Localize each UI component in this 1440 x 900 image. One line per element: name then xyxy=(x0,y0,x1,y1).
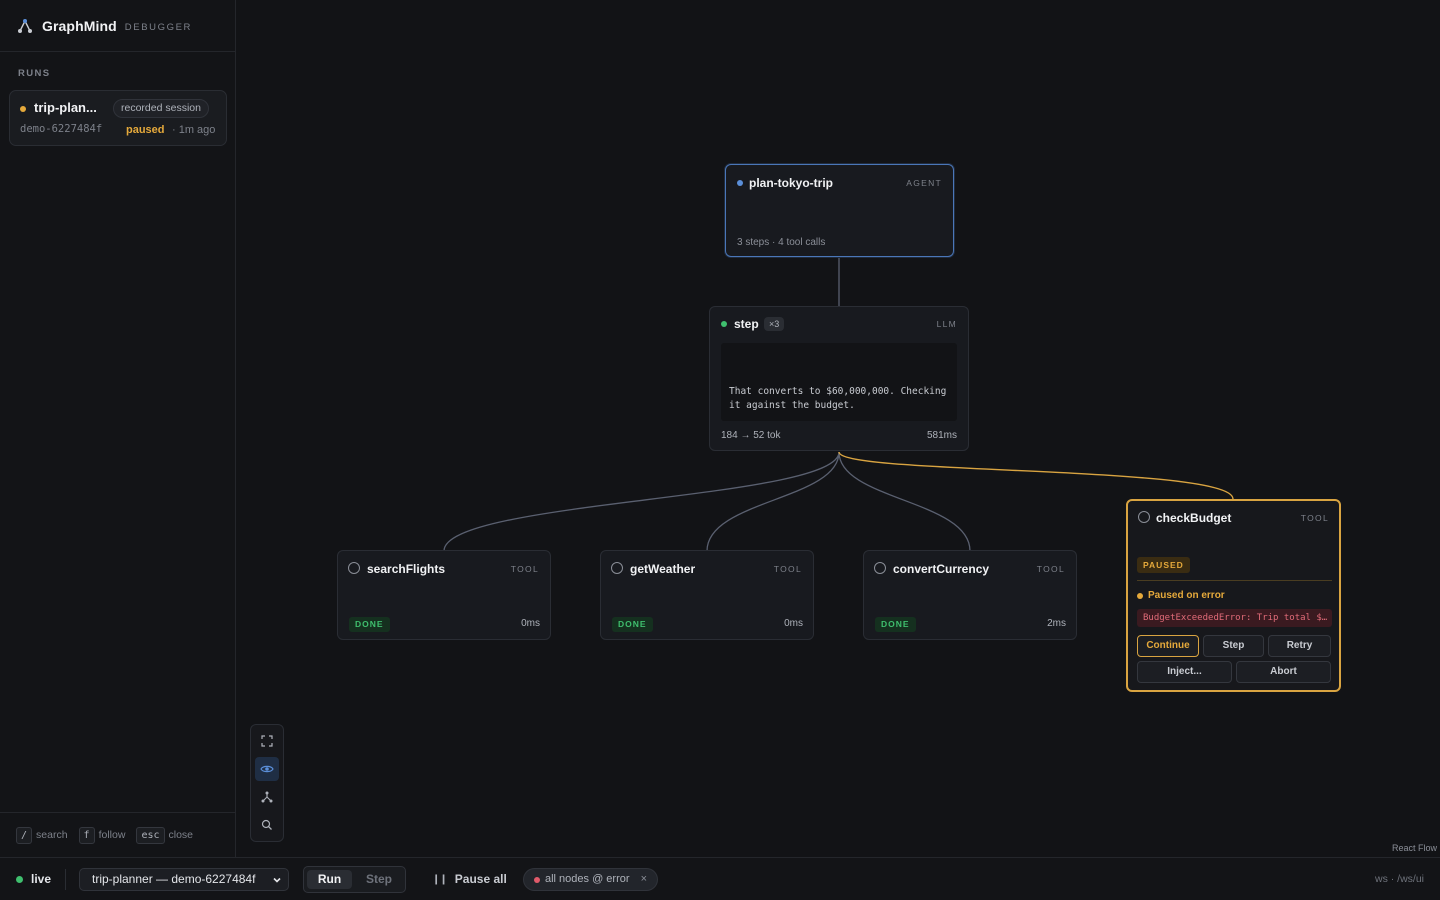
brand: GraphMind DEBUGGER xyxy=(0,0,235,52)
run-id: demo-6227484f xyxy=(20,123,103,135)
token-count: 184 → 52 tok xyxy=(721,430,781,441)
react-flow-attribution[interactable]: React Flow xyxy=(1392,843,1437,853)
node-title: getWeather xyxy=(630,562,696,576)
shortcut-label-follow: follow xyxy=(98,829,126,841)
sidebar: GraphMind DEBUGGER RUNS trip-plan... rec… xyxy=(0,0,236,857)
app-name: GraphMind xyxy=(42,17,117,34)
step-button[interactable]: Step xyxy=(1203,635,1264,657)
fit-view-icon xyxy=(261,735,273,747)
inject-button[interactable]: Inject... xyxy=(1137,661,1232,683)
pause-icon: ❙❙ xyxy=(432,873,448,885)
run-time: · 1m ago xyxy=(172,124,216,136)
websocket-endpoint: ws · /ws/ui xyxy=(1374,873,1424,885)
agent-status-dot xyxy=(737,180,743,186)
pause-reason: Paused on error xyxy=(1148,590,1225,601)
chevron-down-icon xyxy=(273,877,281,883)
fit-view-button[interactable] xyxy=(255,729,279,753)
node-title: checkBudget xyxy=(1156,511,1232,525)
node-title: searchFlights xyxy=(367,562,446,576)
graph-layout-icon xyxy=(261,791,273,803)
run-item[interactable]: trip-plan... recorded session demo-62274… xyxy=(9,90,227,146)
live-status-dot xyxy=(16,876,23,883)
tool-status-ring xyxy=(874,562,886,574)
mode-toggle: Run Step xyxy=(303,866,406,893)
node-title: step xyxy=(734,317,759,331)
divider xyxy=(1137,580,1332,581)
status-badge: PAUSED xyxy=(1137,557,1190,573)
node-tool-searchflights[interactable]: searchFlights TOOL DONE 0ms xyxy=(337,550,551,640)
node-kind: TOOL xyxy=(1036,564,1065,574)
node-tool-checkbudget[interactable]: checkBudget TOOL PAUSED Paused on error … xyxy=(1126,499,1341,692)
node-kind: AGENT xyxy=(906,178,942,188)
shortcut-key-close: esc xyxy=(136,826,165,844)
step-mode-button[interactable]: Step xyxy=(356,870,402,889)
status-badge: DONE xyxy=(612,617,653,632)
live-label: live xyxy=(31,872,52,886)
pause-all-button[interactable]: ❙❙ Pause all xyxy=(432,872,507,886)
node-summary: 3 steps · 4 tool calls xyxy=(737,237,826,248)
node-kind: TOOL xyxy=(510,564,539,574)
run-status: paused xyxy=(126,124,165,136)
status-badge: DONE xyxy=(349,617,390,632)
breakpoint-label: all nodes @ error xyxy=(545,873,630,885)
tool-status-ring xyxy=(1138,511,1150,523)
retry-button[interactable]: Retry xyxy=(1268,635,1331,657)
run-status-dot xyxy=(20,106,26,112)
tool-status-ring xyxy=(611,562,623,574)
run-mode-button[interactable]: Run xyxy=(307,870,352,889)
runs-heading: RUNS xyxy=(18,68,51,79)
llm-output: That converts to $60,000,000. Checking i… xyxy=(721,343,957,421)
pause-all-label: Pause all xyxy=(454,872,507,886)
paused-dot xyxy=(1137,593,1143,599)
node-title: plan-tokyo-trip xyxy=(749,176,833,190)
node-kind: TOOL xyxy=(1300,513,1329,523)
node-title: convertCurrency xyxy=(893,562,990,576)
canvas-controls xyxy=(250,724,284,842)
divider xyxy=(65,869,66,890)
node-kind: LLM xyxy=(936,319,957,329)
tool-duration: 0ms xyxy=(784,618,803,629)
run-select[interactable]: trip-planner — demo-6227484f xyxy=(79,868,289,891)
llm-output-text: That converts to $60,000,000. Checking i… xyxy=(729,386,947,411)
error-message: BudgetExceededError: Trip total $… xyxy=(1137,609,1332,627)
step-duration: 581ms xyxy=(926,430,957,441)
app-subtitle: DEBUGGER xyxy=(124,21,192,33)
tool-status-ring xyxy=(348,562,360,574)
graph-logo-icon xyxy=(18,18,32,33)
step-status-dot xyxy=(721,321,727,327)
keyboard-shortcuts: / search f follow esc close xyxy=(0,812,236,857)
run-badge: recorded session xyxy=(113,99,209,118)
shortcut-key-search: / xyxy=(16,826,33,844)
status-badge: DONE xyxy=(875,617,916,632)
close-icon[interactable]: × xyxy=(641,873,647,885)
bottom-toolbar: live trip-planner — demo-6227484f Run St… xyxy=(0,857,1440,900)
run-select-value: trip-planner — demo-6227484f xyxy=(92,872,256,886)
follow-button[interactable] xyxy=(255,757,279,781)
search-icon xyxy=(261,819,272,830)
layout-button[interactable] xyxy=(255,785,279,809)
run-name: trip-plan... xyxy=(34,100,97,115)
node-tool-convertcurrency[interactable]: convertCurrency TOOL DONE 2ms xyxy=(863,550,1077,640)
node-agent[interactable]: plan-tokyo-trip AGENT 3 steps · 4 tool c… xyxy=(725,164,954,257)
step-count-badge: ×3 xyxy=(764,317,785,331)
continue-button[interactable]: Continue xyxy=(1137,635,1199,657)
tool-duration: 0ms xyxy=(521,618,540,629)
abort-button[interactable]: Abort xyxy=(1236,661,1331,683)
node-llm-step[interactable]: step ×3 LLM That converts to $60,000,000… xyxy=(709,306,969,451)
node-tool-getweather[interactable]: getWeather TOOL DONE 0ms xyxy=(600,550,814,640)
search-button[interactable] xyxy=(255,813,279,837)
breakpoint-dot xyxy=(534,877,540,883)
tool-duration: 2ms xyxy=(1047,618,1066,629)
breakpoint-chip[interactable]: all nodes @ error × xyxy=(523,868,659,891)
shortcut-label-search: search xyxy=(36,829,68,841)
shortcut-label-close: close xyxy=(168,829,194,841)
node-kind: TOOL xyxy=(773,564,802,574)
eye-icon xyxy=(260,765,274,773)
shortcut-key-follow: f xyxy=(78,826,95,844)
